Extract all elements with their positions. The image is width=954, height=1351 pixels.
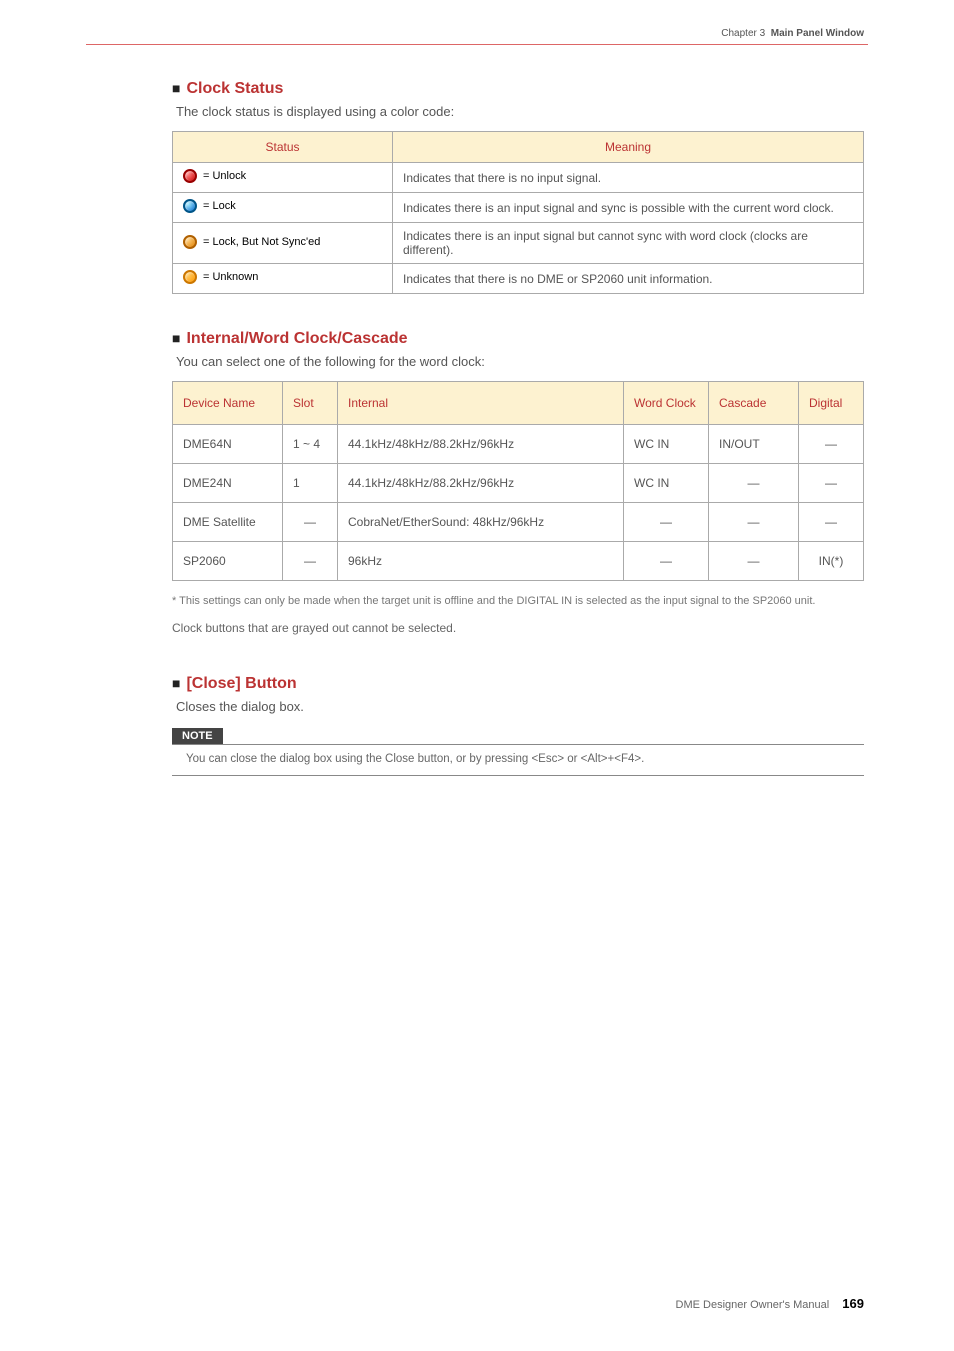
internal-word-desc: You can select one of the following for … [176,354,864,369]
footer-page: 169 [842,1296,864,1311]
table-row: = Unlock Indicates that there is no inpu… [173,163,864,193]
cell-word: — [624,542,709,581]
table-row: DME64N 1 ~ 4 44.1kHz/48kHz/88.2kHz/96kHz… [173,425,864,464]
dot-blue-icon [183,199,197,213]
clock-status-title: Clock Status [186,80,283,97]
status-label: = Lock [203,200,236,212]
table-row: = Lock Indicates there is an input signa… [173,193,864,223]
cell-digital: — [799,464,864,503]
slot-header: Slot [283,382,338,425]
clock-table: Device Name Slot Internal Word Clock Cas… [172,381,864,581]
cell-slot: 1 [283,464,338,503]
cell-device: DME Satellite [173,503,283,542]
status-header: Status [173,132,393,163]
dot-orange-icon [183,270,197,284]
header-divider [86,44,868,45]
note-bottom-divider [172,775,864,776]
table-row: DME Satellite — CobraNet/EtherSound: 48k… [173,503,864,542]
cell-internal: 96kHz [338,542,624,581]
cell-digital: — [799,425,864,464]
status-label: = Unlock [203,170,246,182]
bullet-square: ■ [172,80,180,96]
status-label: = Lock, But Not Sync'ed [203,236,320,248]
cell-cascade: — [709,464,799,503]
device-header: Device Name [173,382,283,425]
status-meaning: Indicates that there is no DME or SP2060… [393,264,864,294]
status-meaning: Indicates there is an input signal and s… [393,193,864,223]
clock-greynote: Clock buttons that are grayed out cannot… [172,621,864,635]
cell-internal: CobraNet/EtherSound: 48kHz/96kHz [338,503,624,542]
meaning-header: Meaning [393,132,864,163]
clock-footnote: * This settings can only be made when th… [172,595,864,607]
cell-word: — [624,503,709,542]
clock-status-desc: The clock status is displayed using a co… [176,104,864,119]
clock-status-table: Status Meaning = Unlock Indicates that t… [172,131,864,294]
clock-status-heading: ■ Clock Status [172,80,864,98]
cell-slot: 1 ~ 4 [283,425,338,464]
cell-slot: — [283,542,338,581]
table-row: SP2060 — 96kHz — — IN(*) [173,542,864,581]
cell-cascade: — [709,542,799,581]
cascade-header: Cascade [709,382,799,425]
chapter-prefix: Chapter 3 [721,28,765,39]
cell-internal: 44.1kHz/48kHz/88.2kHz/96kHz [338,464,624,503]
cell-digital: IN(*) [799,542,864,581]
bullet-square: ■ [172,675,180,691]
status-label: = Unknown [203,271,258,283]
cell-device: DME24N [173,464,283,503]
table-row: = Unknown Indicates that there is no DME… [173,264,864,294]
cell-cascade: IN/OUT [709,425,799,464]
table-row: = Lock, But Not Sync'ed Indicates there … [173,223,864,264]
cell-word: WC IN [624,464,709,503]
footer: DME Designer Owner's Manual 169 [676,1296,864,1311]
status-meaning: Indicates that there is no input signal. [393,163,864,193]
close-button-heading: ■ [Close] Button [172,675,864,693]
footer-manual: DME Designer Owner's Manual [676,1299,830,1311]
chapter-label: Chapter 3 Main Panel Window [721,28,864,39]
chapter-title: Main Panel Window [771,28,864,39]
note-top-divider [172,744,864,745]
cell-internal: 44.1kHz/48kHz/88.2kHz/96kHz [338,425,624,464]
digital-header: Digital [799,382,864,425]
close-button-desc: Closes the dialog box. [176,699,864,714]
internal-word-title: Internal/Word Clock/Cascade [186,330,407,347]
cell-cascade: — [709,503,799,542]
dot-orange-amber-icon [183,235,197,249]
cell-slot: — [283,503,338,542]
internal-word-heading: ■ Internal/Word Clock/Cascade [172,330,864,348]
cell-device: SP2060 [173,542,283,581]
table-row: DME24N 1 44.1kHz/48kHz/88.2kHz/96kHz WC … [173,464,864,503]
cell-word: WC IN [624,425,709,464]
note-badge: NOTE [172,728,223,744]
cell-digital: — [799,503,864,542]
cell-device: DME64N [173,425,283,464]
close-button-title: [Close] Button [186,675,296,692]
bullet-square: ■ [172,330,180,346]
note-text: You can close the dialog box using the C… [186,753,864,765]
status-meaning: Indicates there is an input signal but c… [393,223,864,264]
dot-red-icon [183,169,197,183]
word-header: Word Clock [624,382,709,425]
internal-header: Internal [338,382,624,425]
